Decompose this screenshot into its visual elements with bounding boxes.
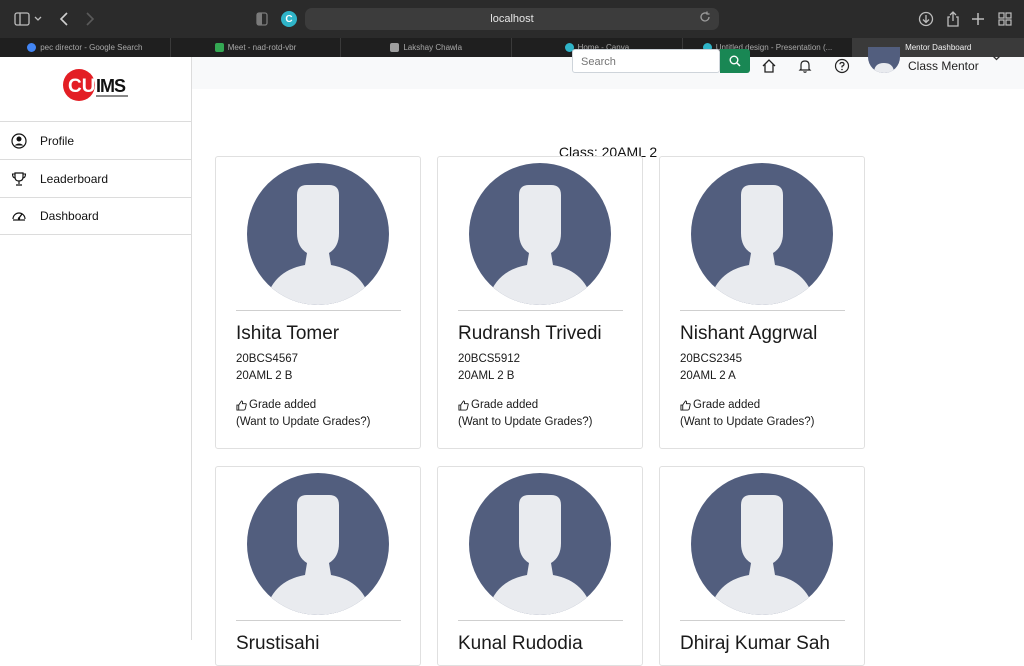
sidebar-item-label: Leaderboard bbox=[40, 171, 109, 186]
thumbs-up-icon bbox=[236, 399, 247, 411]
forward-icon[interactable] bbox=[82, 9, 98, 29]
thumbs-up-icon bbox=[680, 399, 691, 411]
search-button[interactable] bbox=[720, 49, 750, 73]
grade-status: Grade added bbox=[458, 399, 538, 411]
new-tab-icon[interactable] bbox=[968, 9, 988, 29]
student-section: 20AML 2 B bbox=[236, 370, 293, 382]
url-bar[interactable]: localhost bbox=[305, 8, 719, 30]
browser-tab[interactable]: Lakshay Chawla bbox=[341, 38, 513, 57]
card-divider bbox=[680, 620, 845, 621]
shield-icon[interactable] bbox=[254, 9, 270, 29]
top-navbar: Class Mentor bbox=[192, 47, 1024, 89]
google-favicon-icon bbox=[27, 43, 37, 52]
avatar bbox=[469, 163, 611, 305]
browser-tab[interactable]: Meet - nad-rotd-vbr bbox=[171, 38, 342, 57]
download-icon[interactable] bbox=[916, 9, 936, 29]
student-uid: 20BCS5912 bbox=[458, 353, 521, 365]
home-icon[interactable] bbox=[760, 57, 778, 75]
speedometer-icon bbox=[12, 212, 26, 221]
student-card[interactable]: Srustisahi bbox=[215, 466, 421, 666]
student-name: Kunal Rudodia bbox=[458, 633, 583, 654]
update-grades-link[interactable]: (Want to Update Grades?) bbox=[680, 416, 814, 428]
app-root: CU IMS Profile Leaderboard Dashboard Sea… bbox=[0, 47, 1024, 666]
sidebar-nav: Profile Leaderboard Dashboard bbox=[0, 121, 191, 235]
user-avatar[interactable] bbox=[868, 47, 900, 73]
student-name: Nishant Aggrwal bbox=[680, 323, 818, 344]
card-divider bbox=[680, 310, 845, 311]
sidebar-item-dashboard[interactable]: Dashboard bbox=[0, 197, 191, 235]
update-grades-link[interactable]: (Want to Update Grades?) bbox=[236, 416, 370, 428]
card-divider bbox=[236, 620, 401, 621]
student-name: Srustisahi bbox=[236, 633, 320, 654]
search-input[interactable] bbox=[572, 49, 720, 73]
favicon-letter: C bbox=[281, 11, 297, 27]
card-divider bbox=[236, 310, 401, 311]
grade-status: Grade added bbox=[236, 399, 316, 411]
sidebar-item-leaderboard[interactable]: Leaderboard bbox=[0, 159, 191, 197]
update-grades-link[interactable]: (Want to Update Grades?) bbox=[458, 416, 592, 428]
avatar bbox=[691, 473, 833, 615]
sidebar-item-label: Dashboard bbox=[40, 209, 99, 223]
meet-favicon-icon bbox=[214, 43, 224, 52]
user-role-label[interactable]: Class Mentor bbox=[908, 59, 979, 73]
svg-text:IMS: IMS bbox=[96, 76, 126, 96]
sidebar: CU IMS Profile Leaderboard Dashboard bbox=[0, 57, 192, 640]
card-divider bbox=[458, 310, 623, 311]
student-card[interactable]: Ishita Tomer 20BCS4567 20AML 2 B Grade a… bbox=[215, 156, 421, 449]
back-icon[interactable] bbox=[56, 9, 72, 29]
bell-icon[interactable] bbox=[796, 57, 814, 75]
tab-overview-icon[interactable] bbox=[995, 9, 1015, 29]
trophy-icon bbox=[11, 171, 27, 186]
site-favicon-icon: C bbox=[280, 9, 298, 29]
svg-text:CU: CU bbox=[68, 76, 95, 97]
browser-tab[interactable]: pec director - Google Search bbox=[0, 38, 171, 57]
thumbs-up-icon bbox=[458, 399, 469, 411]
sidebar-item-profile[interactable]: Profile bbox=[0, 121, 191, 159]
student-uid: 20BCS4567 bbox=[236, 353, 299, 365]
student-name: Dhiraj Kumar Sah bbox=[680, 633, 830, 654]
sidebar-toggle-icon[interactable] bbox=[12, 9, 46, 29]
grade-status: Grade added bbox=[680, 399, 760, 411]
profile-favicon-icon bbox=[390, 43, 400, 52]
card-divider bbox=[458, 620, 623, 621]
avatar bbox=[247, 163, 389, 305]
cuims-logo: CU IMS bbox=[62, 67, 132, 103]
student-section: 20AML 2 B bbox=[458, 370, 515, 382]
student-uid: 20BCS2345 bbox=[680, 353, 743, 365]
user-circle-icon bbox=[11, 132, 27, 149]
search-icon bbox=[729, 55, 741, 67]
student-section: 20AML 2 A bbox=[680, 370, 736, 382]
reload-icon[interactable] bbox=[699, 11, 711, 26]
sidebar-item-label: Profile bbox=[40, 133, 75, 148]
avatar bbox=[469, 473, 611, 615]
chevron-down-icon[interactable] bbox=[992, 53, 1001, 64]
student-name: Rudransh Trivedi bbox=[458, 323, 602, 344]
avatar bbox=[691, 163, 833, 305]
student-name: Ishita Tomer bbox=[236, 323, 340, 344]
student-card[interactable]: Nishant Aggrwal 20BCS2345 20AML 2 A Grad… bbox=[659, 156, 865, 449]
main-content: Class: 20AML 2 Ishita Tomer 20BCS4567 20… bbox=[192, 89, 1024, 666]
avatar bbox=[247, 473, 389, 615]
url-text: localhost bbox=[490, 13, 534, 25]
share-icon[interactable] bbox=[943, 9, 963, 29]
student-card[interactable]: Dhiraj Kumar Sah bbox=[659, 466, 865, 666]
student-card[interactable]: Rudransh Trivedi 20BCS5912 20AML 2 B Gra… bbox=[437, 156, 643, 449]
browser-toolbar: C localhost bbox=[0, 0, 1024, 38]
student-card[interactable]: Kunal Rudodia bbox=[437, 466, 643, 666]
help-icon[interactable] bbox=[833, 57, 851, 75]
